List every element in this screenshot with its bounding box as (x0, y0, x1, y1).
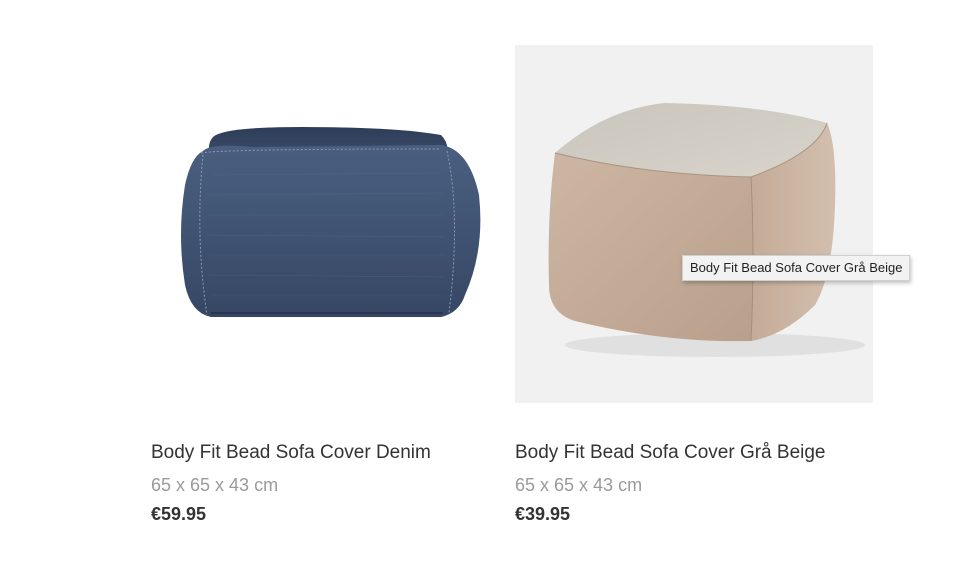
product-title[interactable]: Body Fit Bead Sofa Cover Denim (151, 441, 509, 465)
beige-bead-sofa-image (548, 103, 865, 357)
product-price: €59.95 (151, 504, 207, 524)
product-dimensions: 65 x 65 x 43 cm (515, 475, 643, 495)
product-price: €39.95 (515, 504, 571, 524)
product-grid: Body Fit Bead Sofa Cover Denim 65 x 65 x… (0, 0, 960, 583)
product-title[interactable]: Body Fit Bead Sofa Cover Grå Beige (515, 441, 873, 465)
image-title-tooltip: Body Fit Bead Sofa Cover Grå Beige (682, 255, 911, 281)
product-image-link[interactable] (151, 45, 509, 403)
product-image-link[interactable] (515, 45, 873, 403)
denim-bead-sofa-image (181, 127, 481, 317)
product-dimensions: 65 x 65 x 43 cm (151, 475, 279, 495)
product-card[interactable]: Body Fit Bead Sofa Cover Denim 65 x 65 x… (151, 45, 509, 525)
product-card[interactable]: Body Fit Bead Sofa Cover Grå Beige 65 x … (515, 45, 873, 525)
